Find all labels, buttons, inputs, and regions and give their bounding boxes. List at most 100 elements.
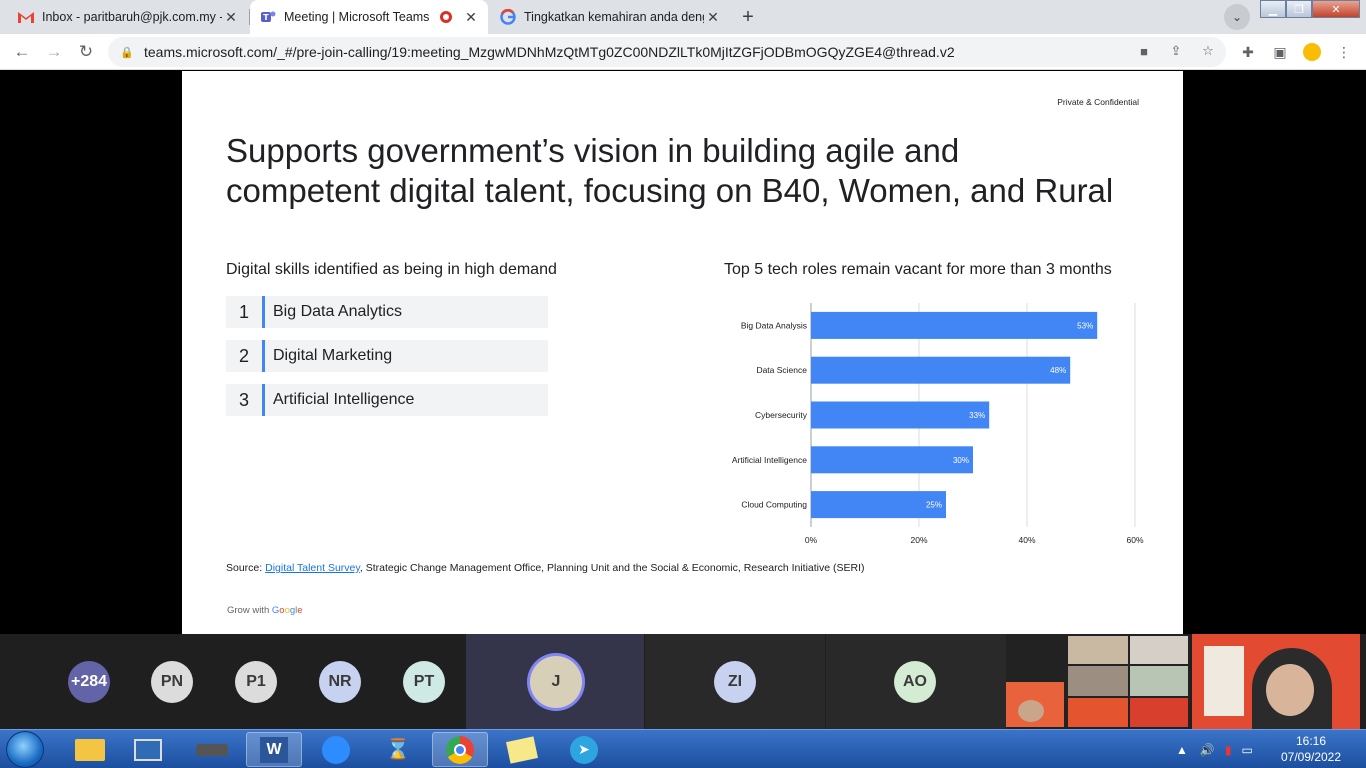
reload-icon[interactable]: ↻: [72, 38, 100, 66]
bar: [811, 311, 1098, 339]
tab-teams[interactable]: T Meeting | Microsoft Teams ✕: [250, 0, 488, 34]
skill-label: Big Data Analytics: [273, 303, 402, 320]
scanner-icon[interactable]: [184, 732, 240, 767]
source-text: , Strategic Change Management Office, Pl…: [359, 562, 865, 574]
computer-icon[interactable]: [120, 732, 176, 767]
action-center-icon[interactable]: ▭: [1241, 743, 1252, 757]
participant-avatar[interactable]: NR: [319, 661, 361, 703]
extensions-icon[interactable]: ✚: [1238, 42, 1258, 62]
avatar-initials: NR: [328, 673, 352, 690]
participant-avatar[interactable]: P1: [235, 661, 277, 703]
network-icon[interactable]: ▮: [1225, 743, 1232, 757]
zoom-icon[interactable]: [308, 732, 364, 767]
recording-icon: [440, 11, 452, 23]
skill-label: Artificial Intelligence: [273, 391, 415, 408]
skill-label: Digital Marketing: [273, 347, 393, 364]
participant-avatar[interactable]: PT: [403, 661, 445, 703]
profile-avatar-icon[interactable]: [1302, 42, 1322, 62]
new-tab-icon[interactable]: +: [734, 4, 762, 30]
back-icon[interactable]: ←: [8, 38, 36, 66]
overflow-participants-avatar[interactable]: +284: [68, 661, 110, 703]
skill-number: 2: [238, 345, 249, 366]
grow-prefix: Grow with: [227, 605, 272, 616]
share-icon[interactable]: ⇪: [1166, 41, 1186, 61]
category-label: Cloud Computing: [741, 500, 807, 510]
grow-with-google-logo: Grow with Google: [227, 605, 303, 616]
tab-title: Meeting | Microsoft Teams: [284, 10, 430, 24]
speaking-participant-avatar[interactable]: J: [530, 656, 582, 708]
participant-avatar[interactable]: AO: [894, 661, 936, 703]
tab-search-icon[interactable]: ⌄: [1224, 4, 1250, 30]
browser-toolbar: ← → ↻ 🔒 teams.microsoft.com/_#/pre-join-…: [0, 34, 1366, 70]
category-label: Big Data Analysis: [741, 320, 807, 330]
system-tray: ▲ 🔊 ▮ ▭: [1176, 730, 1253, 768]
presentation-slide: Private & Confidential Supports governme…: [182, 71, 1183, 634]
slide-title: Supports government’s vision in building…: [226, 131, 1166, 211]
bookmark-star-icon[interactable]: ☆: [1198, 41, 1218, 61]
minimize-icon[interactable]: ▁: [1260, 0, 1286, 18]
url-text: teams.microsoft.com/_#/pre-join-calling/…: [144, 44, 955, 60]
avatar-initials: PN: [160, 673, 184, 690]
chart-heading: Top 5 tech roles remain vacant for more …: [724, 261, 1112, 278]
address-bar[interactable]: 🔒 teams.microsoft.com/_#/pre-join-callin…: [108, 37, 1226, 67]
camera-blocked-icon[interactable]: ■: [1134, 41, 1154, 61]
x-tick-label: 20%: [910, 535, 927, 545]
slide-title-line: Supports government’s vision in building…: [226, 132, 960, 169]
taskbar-clock[interactable]: 16:16 07/09/2022: [1276, 733, 1346, 765]
gmail-icon: [18, 9, 34, 25]
skill-number: 1: [238, 301, 249, 322]
source-note: Source: Digital Talent Survey, Strategic…: [226, 562, 865, 574]
tab-gmail[interactable]: Inbox - paritbaruh@pjk.com.my - ✕: [8, 0, 248, 34]
source-prefix: Source:: [226, 562, 266, 574]
close-window-icon[interactable]: ✕: [1312, 0, 1360, 18]
category-label: Cybersecurity: [755, 410, 808, 420]
data-label: 25%: [926, 501, 942, 510]
hourglass-icon[interactable]: ⌛: [370, 732, 426, 767]
participant-avatar[interactable]: ZI: [714, 661, 756, 703]
video-gallery-grid[interactable]: [1006, 634, 1190, 729]
skill-number: 3: [238, 389, 249, 410]
svg-text:T: T: [263, 13, 269, 22]
clock-time: 16:16: [1295, 734, 1327, 748]
file-explorer-icon[interactable]: [62, 732, 118, 767]
participant-avatar[interactable]: PN: [151, 661, 193, 703]
avatar-initials: P1: [246, 673, 266, 690]
skill-item: 3 Artificial Intelligence: [226, 384, 548, 416]
skill-accent-bar: [262, 340, 265, 372]
windows-taskbar: W ⌛ ➤ ▲ 🔊 ▮ ▭ 16:16 07/09/2022: [0, 729, 1366, 768]
close-tab-icon[interactable]: ✕: [704, 9, 722, 26]
close-tab-icon[interactable]: ✕: [222, 9, 240, 26]
word-icon[interactable]: W: [246, 732, 302, 767]
data-label: 30%: [953, 456, 969, 465]
restore-icon[interactable]: ❐: [1286, 0, 1312, 18]
avatar-initials: J: [551, 673, 561, 690]
forward-icon[interactable]: →: [40, 38, 68, 66]
confidential-label: Private & Confidential: [1057, 97, 1139, 107]
lock-icon: 🔒: [120, 46, 134, 59]
shared-screen-stage: Private & Confidential Supports governme…: [0, 71, 1366, 634]
teams-icon: T: [260, 9, 276, 25]
sticky-notes-icon[interactable]: [494, 732, 550, 767]
menu-kebab-icon[interactable]: ⋮: [1334, 42, 1354, 62]
avatar-initials: ZI: [727, 673, 743, 690]
tab-google[interactable]: Tingkatkan kemahiran anda deng ✕: [490, 0, 730, 34]
bar: [811, 401, 990, 429]
source-link[interactable]: Digital Talent Survey: [265, 562, 360, 574]
volume-icon[interactable]: 🔊: [1200, 743, 1215, 757]
chrome-icon[interactable]: [432, 732, 488, 767]
side-panel-icon[interactable]: ▣: [1270, 42, 1290, 62]
start-button-icon[interactable]: [6, 731, 44, 768]
close-tab-icon[interactable]: ✕: [462, 9, 480, 26]
x-tick-label: 40%: [1018, 535, 1035, 545]
participants-strip: +284 PN P1 NR PT J ZI AO: [0, 634, 1366, 729]
x-tick-label: 0%: [805, 535, 818, 545]
skills-heading: Digital skills identified as being in hi…: [226, 261, 557, 278]
show-hidden-icons-icon[interactable]: ▲: [1176, 743, 1188, 757]
category-label: Data Science: [756, 365, 807, 375]
telegram-icon[interactable]: ➤: [556, 732, 612, 767]
skill-item: 2 Digital Marketing: [226, 340, 548, 372]
category-label: Artificial Intelligence: [732, 455, 807, 465]
clock-date: 07/09/2022: [1280, 750, 1342, 764]
self-video-preview[interactable]: [1192, 634, 1360, 729]
brand-letter: e: [297, 605, 303, 616]
